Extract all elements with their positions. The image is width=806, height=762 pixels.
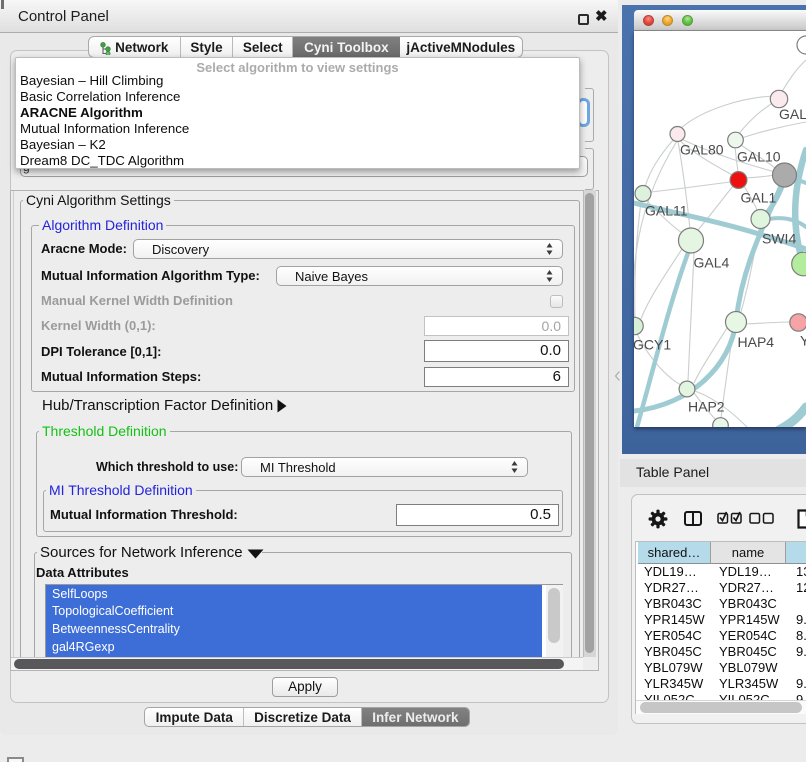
svg-text:GAL1: GAL1 (741, 190, 777, 206)
svg-text:Y: Y (800, 333, 806, 349)
svg-text:GAL80: GAL80 (680, 142, 724, 158)
svg-text:GAL11: GAL11 (645, 203, 688, 219)
svg-text:GCY1: GCY1 (634, 337, 671, 353)
svg-text:HAP2: HAP2 (688, 399, 725, 415)
svg-text:GAL10: GAL10 (737, 149, 781, 165)
svg-text:HAP4: HAP4 (738, 334, 775, 350)
svg-text:GAL4: GAL4 (694, 255, 730, 271)
svg-text:GAL7: GAL7 (779, 106, 806, 122)
svg-text:SWI4: SWI4 (762, 231, 796, 247)
